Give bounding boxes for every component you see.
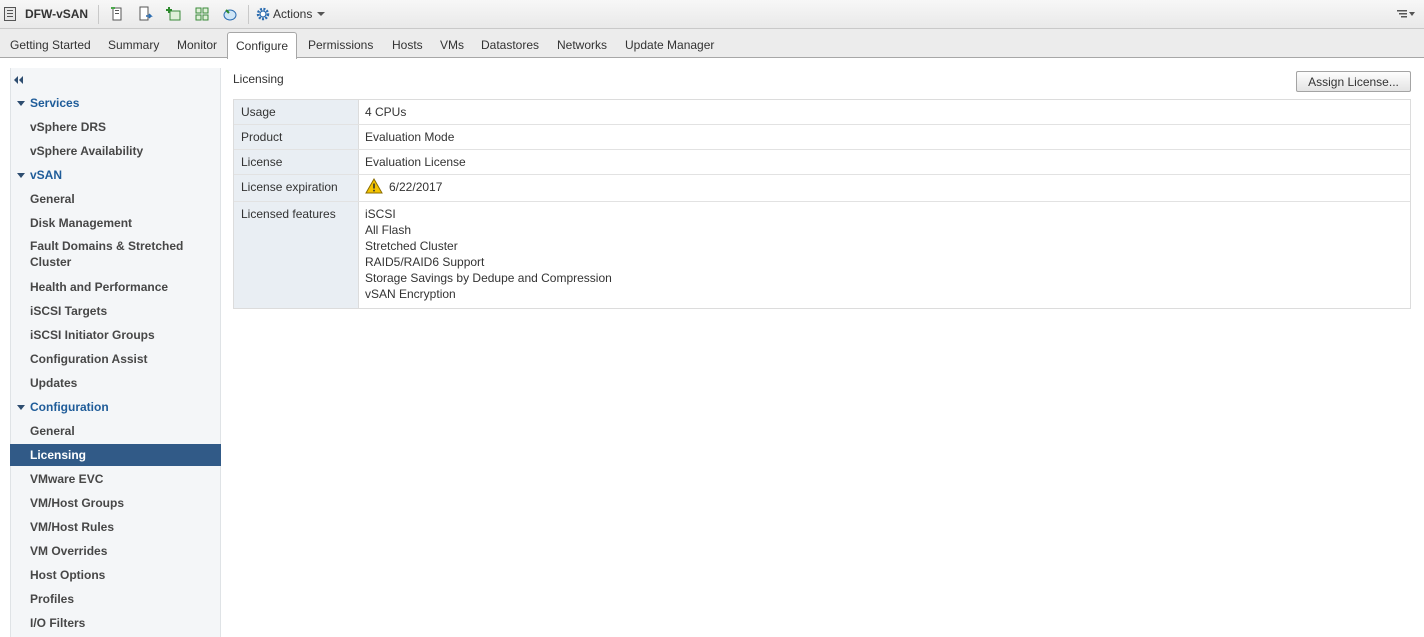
tab-monitor[interactable]: Monitor	[177, 38, 217, 52]
tab-getting-started[interactable]: Getting Started	[10, 38, 91, 52]
property-label: Product	[234, 125, 359, 149]
expiration-value: 6/22/2017	[389, 180, 443, 195]
actions-menu-button[interactable]: Actions	[255, 4, 326, 24]
expiration-cell: 6/22/2017	[359, 175, 1410, 201]
nav-group-label: vSAN	[30, 168, 63, 182]
nav-item-profiles[interactable]: Profiles	[10, 588, 221, 610]
license-properties-table: Usage 4 CPUs Product Evaluation Mode Lic…	[233, 99, 1411, 309]
nav-item-config-general[interactable]: General	[10, 420, 221, 442]
property-label: Licensed features	[234, 202, 359, 308]
feature-item: Stretched Cluster	[365, 239, 458, 253]
tab-datastores[interactable]: Datastores	[481, 38, 539, 52]
nav-item-vmware-evc[interactable]: VMware EVC	[10, 468, 221, 490]
nav-item-health-performance[interactable]: Health and Performance	[10, 276, 221, 298]
property-row-license: License Evaluation License	[234, 150, 1410, 175]
move-host-icon[interactable]	[137, 5, 155, 23]
tab-update-manager[interactable]: Update Manager	[625, 38, 714, 52]
feature-item: All Flash	[365, 223, 412, 237]
new-vapp-icon[interactable]	[193, 5, 211, 23]
nav-item-vsphere-availability[interactable]: vSphere Availability	[10, 140, 221, 162]
nav-item-io-filters[interactable]: I/O Filters	[10, 612, 221, 634]
nav-item-vm-host-rules[interactable]: VM/Host Rules	[10, 516, 221, 538]
warning-icon	[365, 178, 383, 194]
tab-bar: Getting Started Summary Monitor Configur…	[0, 29, 1424, 59]
nav-item-vsan-general[interactable]: General	[10, 188, 221, 210]
feature-item: RAID5/RAID6 Support	[365, 255, 485, 269]
nav-group-configuration[interactable]: Configuration	[10, 396, 221, 418]
feature-item: vSAN Encryption	[365, 287, 456, 301]
nav-item-iscsi-targets[interactable]: iSCSI Targets	[10, 300, 221, 322]
toolbar-divider	[248, 5, 249, 24]
nav-group-services[interactable]: Services	[10, 92, 221, 114]
nav-item-licensing[interactable]: Licensing	[10, 444, 221, 466]
features-list: iSCSI All Flash Stretched Cluster RAID5/…	[359, 202, 1410, 308]
tab-permissions[interactable]: Permissions	[308, 38, 373, 52]
chevron-down-icon	[17, 405, 25, 410]
nav-item-disk-management[interactable]: Disk Management	[10, 212, 221, 234]
product-value: Evaluation Mode	[365, 130, 455, 144]
license-value: Evaluation License	[365, 155, 466, 169]
nav-item-vsphere-drs[interactable]: vSphere DRS	[10, 116, 221, 138]
add-host-icon[interactable]	[108, 5, 126, 23]
actions-label: Actions	[273, 7, 313, 21]
nav-item-iscsi-initiator-groups[interactable]: iSCSI Initiator Groups	[10, 324, 221, 346]
object-toolbar: DFW-vSAN Actions	[0, 0, 1424, 29]
gear-icon	[256, 7, 270, 21]
object-title: DFW-vSAN	[25, 7, 89, 21]
nav-item-vm-host-groups[interactable]: VM/Host Groups	[10, 492, 221, 514]
new-vm-icon[interactable]	[165, 5, 183, 23]
property-row-usage: Usage 4 CPUs	[234, 100, 1410, 125]
nav-group-vsan[interactable]: vSAN	[10, 164, 221, 186]
tab-hosts[interactable]: Hosts	[392, 38, 423, 52]
property-row-expiration: License expiration 6/22/2017	[234, 175, 1410, 202]
property-label: Usage	[234, 100, 359, 124]
property-label: License	[234, 150, 359, 174]
chevron-down-icon	[17, 101, 25, 106]
nav-group-label: Services	[30, 96, 80, 110]
nav-item-vm-overrides[interactable]: VM Overrides	[10, 540, 221, 562]
nav-group-label: Configuration	[30, 400, 109, 414]
toolbar-divider	[98, 5, 99, 24]
property-row-product: Product Evaluation Mode	[234, 125, 1410, 150]
feature-item: Storage Savings by Dedupe and Compressio…	[365, 271, 612, 285]
new-resource-pool-icon[interactable]	[221, 5, 239, 23]
nav-item-fault-domains[interactable]: Fault Domains & Stretched Cluster	[10, 237, 221, 271]
chevron-down-icon	[317, 12, 326, 16]
nav-item-host-options[interactable]: Host Options	[10, 564, 221, 586]
tab-vms[interactable]: VMs	[440, 38, 464, 52]
assign-license-button[interactable]: Assign License...	[1296, 71, 1411, 92]
nav-item-updates[interactable]: Updates	[10, 372, 221, 394]
cluster-icon	[4, 7, 16, 21]
chevron-down-icon	[17, 173, 25, 178]
tab-summary[interactable]: Summary	[108, 38, 159, 52]
property-row-features: Licensed features iSCSI All Flash Stretc…	[234, 202, 1410, 308]
collapse-panel-icon[interactable]	[12, 74, 26, 84]
nav-item-configuration-assist[interactable]: Configuration Assist	[10, 348, 221, 370]
feature-item: iSCSI	[365, 207, 396, 221]
property-label: License expiration	[234, 175, 359, 201]
tab-configure[interactable]: Configure	[227, 32, 298, 59]
tab-networks[interactable]: Networks	[557, 38, 607, 52]
usage-value: 4 CPUs	[365, 105, 407, 119]
page-title: Licensing	[233, 72, 284, 86]
panel-menu-icon[interactable]	[1396, 7, 1418, 21]
